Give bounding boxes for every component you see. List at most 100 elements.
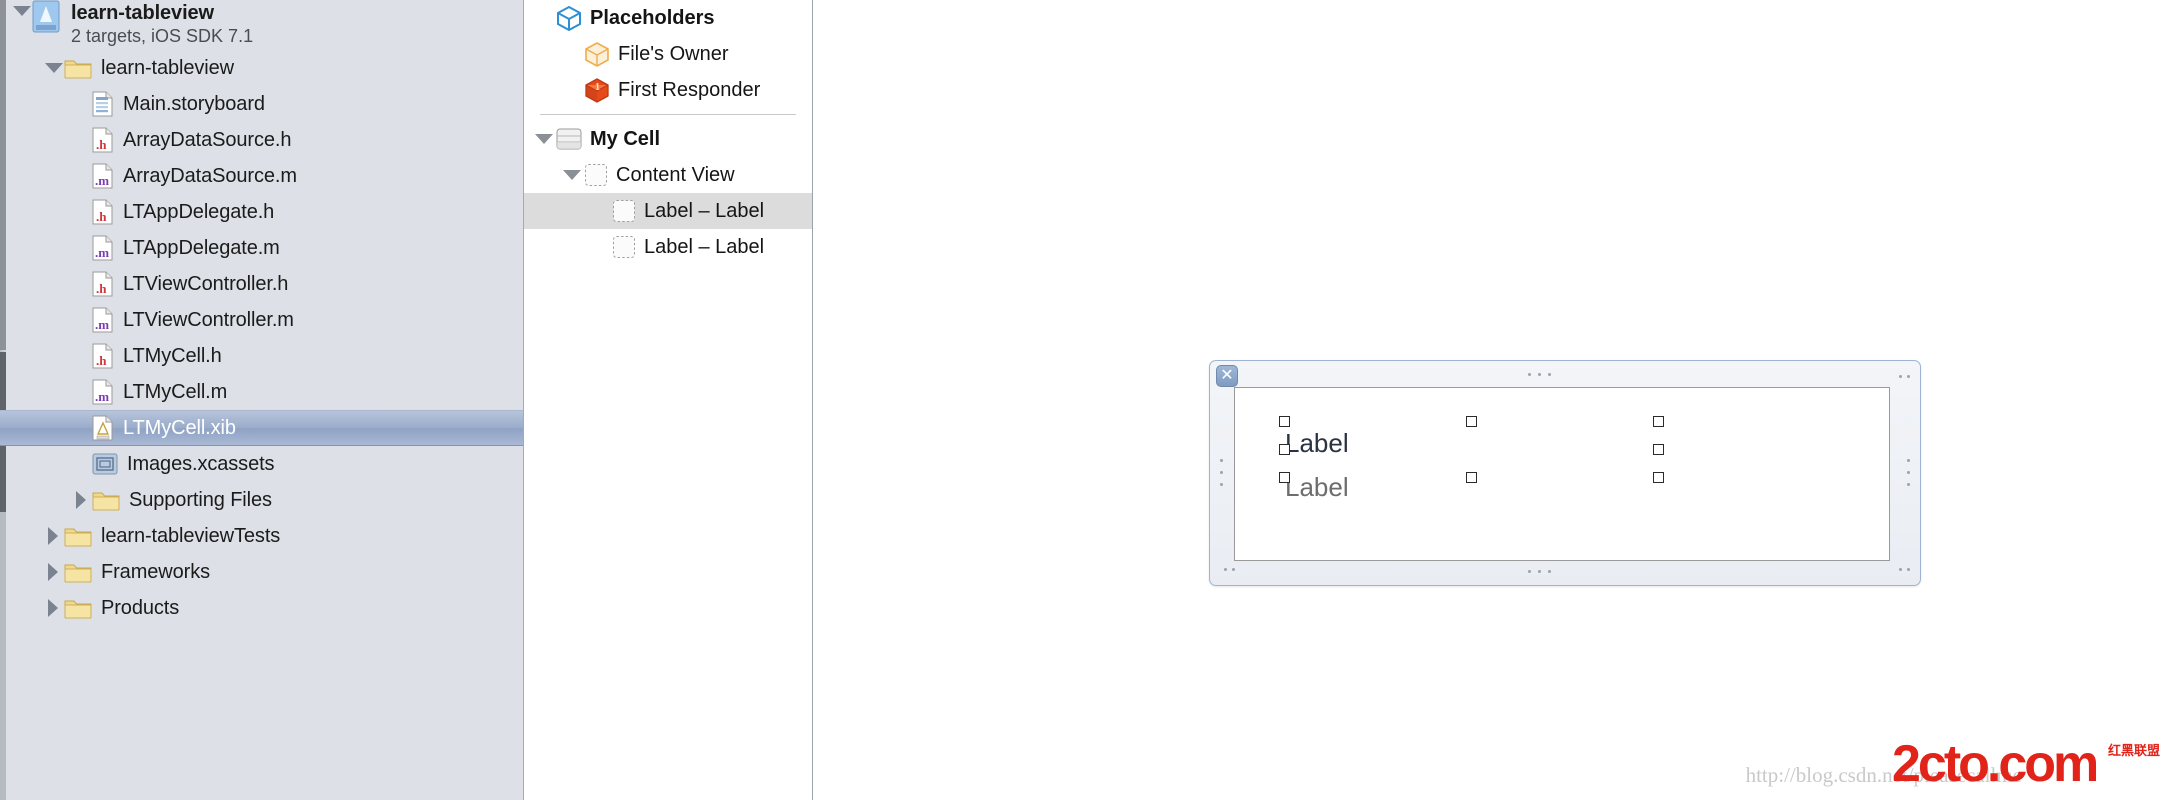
navigator-item-ltmycell-h[interactable]: .h LTMyCell.h	[0, 338, 523, 374]
placeholder-cube-icon	[557, 5, 581, 31]
navigator-item-arraydatasource-m[interactable]: .m ArrayDataSource.m	[0, 158, 523, 194]
svg-text:.h: .h	[96, 353, 107, 368]
navigator-item-ltappdelegate-h[interactable]: .h LTAppDelegate.h	[0, 194, 523, 230]
svg-text:.m: .m	[95, 389, 109, 404]
cell-primary-label[interactable]: Label	[1285, 428, 1349, 459]
navigator-item-ltappdelegate-m[interactable]: .m LTAppDelegate.m	[0, 230, 523, 266]
cell-design-window[interactable]: ✕ Label Label	[1209, 360, 1921, 586]
navigator-item-images-xcassets[interactable]: Images.xcassets	[0, 446, 523, 482]
navigator-item-label: Frameworks	[101, 560, 211, 583]
chevron-down-icon[interactable]	[42, 57, 64, 79]
close-icon[interactable]: ✕	[1216, 365, 1238, 387]
watermark-logo-suffix: .com	[1986, 735, 2099, 793]
outline-item-label-label[interactable]: Label – Label	[524, 193, 812, 229]
chevron-right-icon[interactable]	[42, 525, 64, 547]
selection-handle[interactable]	[1653, 416, 1664, 427]
watermark-logo-brand: 2cto	[1892, 735, 1990, 793]
table-view-cell-icon	[556, 128, 582, 150]
outline-item-label-label[interactable]: Label – Label	[524, 229, 812, 265]
navigator-item-ltmycell-m[interactable]: .m LTMyCell.m	[0, 374, 523, 410]
svg-text:.m: .m	[95, 245, 109, 260]
chevron-right-icon[interactable]	[70, 489, 92, 511]
navigator-item-main-storyboard[interactable]: Main.storyboard	[0, 86, 523, 122]
chevron-down-icon[interactable]	[532, 127, 556, 151]
chevron-right-icon[interactable]	[42, 597, 64, 619]
outline-item-label: Label – Label	[644, 199, 765, 222]
outline-list: Placeholders File's Owner 1 First Respond…	[524, 0, 812, 265]
outline-item-label: Placeholders	[590, 6, 715, 29]
navigator-item-label: ArrayDataSource.m	[123, 164, 297, 187]
outline-item-label: My Cell	[590, 127, 661, 150]
navigator-item-learn-tableviewtests[interactable]: learn-tableviewTests	[0, 518, 523, 554]
selection-handle[interactable]	[1653, 472, 1664, 483]
outline-item-content-view[interactable]: Content View	[524, 157, 812, 193]
header-file-icon: .h	[92, 199, 113, 225]
outline-item-label: File's Owner	[618, 42, 729, 65]
navigator-item-label: Products	[101, 596, 180, 619]
selection-handle[interactable]	[1279, 472, 1290, 483]
outline-item-label: Label – Label	[644, 235, 765, 258]
outline-panel[interactable]: Placeholders File's Owner 1 First Respond…	[524, 0, 813, 800]
project-navigator-panel[interactable]: learn-tableview 2 targets, iOS SDK 7.1 le…	[0, 0, 524, 800]
selection-handle[interactable]	[1466, 472, 1477, 483]
navigator-item-label: learn-tableviewTests	[101, 524, 281, 547]
canvas-area[interactable]: ✕ Label Label http://blog.csdn.net/pleas…	[813, 0, 2172, 800]
xcode-project-icon	[32, 0, 60, 33]
folder-icon	[64, 600, 92, 619]
navigator-item-learn-tableview[interactable]: learn-tableview	[0, 50, 523, 86]
header-file-icon: .h	[92, 343, 113, 369]
outline-item-file-s-owner[interactable]: File's Owner	[524, 36, 812, 72]
resize-dots-left	[1220, 459, 1223, 486]
navigator-item-ltviewcontroller-m[interactable]: .m LTViewController.m	[0, 302, 523, 338]
selection-handle[interactable]	[1466, 416, 1477, 427]
selection-handle[interactable]	[1279, 416, 1290, 427]
navigator-item-label: LTMyCell.h	[123, 344, 222, 367]
resize-dots-bottom-right	[1899, 568, 1910, 571]
folder-icon	[64, 60, 92, 79]
svg-text:.m: .m	[95, 317, 109, 332]
chevron-right-icon[interactable]	[42, 561, 64, 583]
navigator-item-products[interactable]: Products	[0, 590, 523, 626]
navigator-item-frameworks[interactable]: Frameworks	[0, 554, 523, 590]
cell-secondary-label[interactable]: Label	[1285, 472, 1349, 503]
navigator-item-ltmycell-xib[interactable]: LTMyCell.xib	[0, 410, 523, 446]
source-file-icon: .m	[92, 307, 113, 333]
chevron-down-icon[interactable]	[560, 163, 584, 187]
outline-separator	[540, 114, 796, 115]
cell-content-view[interactable]: Label Label	[1234, 387, 1890, 561]
navigator-item-supporting-files[interactable]: Supporting Files	[0, 482, 523, 518]
navigator-item-label: LTViewController.m	[123, 308, 294, 331]
navigator-item-label: Supporting Files	[129, 488, 272, 511]
folder-icon	[92, 492, 120, 511]
selection-handle[interactable]	[1653, 444, 1664, 455]
navigator-item-arraydatasource-h[interactable]: .h ArrayDataSource.h	[0, 122, 523, 158]
outline-item-label: Content View	[616, 163, 735, 186]
source-file-icon: .m	[92, 163, 113, 189]
xcassets-icon	[92, 453, 118, 475]
resize-dots-top-right	[1899, 375, 1910, 378]
selection-handle[interactable]	[1279, 444, 1290, 455]
svg-text:.m: .m	[95, 173, 109, 188]
resize-dots-top	[1528, 373, 1551, 376]
outline-item-my-cell[interactable]: My Cell	[524, 121, 812, 157]
navigator-project-row[interactable]: learn-tableview 2 targets, iOS SDK 7.1	[0, 0, 523, 50]
project-title: learn-tableview	[71, 2, 215, 24]
svg-text:1: 1	[595, 82, 600, 93]
folder-icon	[64, 564, 92, 583]
outline-item-first-responder[interactable]: 1 First Responder	[524, 72, 812, 108]
source-file-icon: .m	[92, 379, 113, 405]
navigator-item-ltviewcontroller-h[interactable]: .h LTViewController.h	[0, 266, 523, 302]
chevron-down-icon[interactable]	[10, 0, 32, 22]
outline-item-placeholders[interactable]: Placeholders	[524, 0, 812, 36]
outline-item-label: First Responder	[618, 78, 761, 101]
